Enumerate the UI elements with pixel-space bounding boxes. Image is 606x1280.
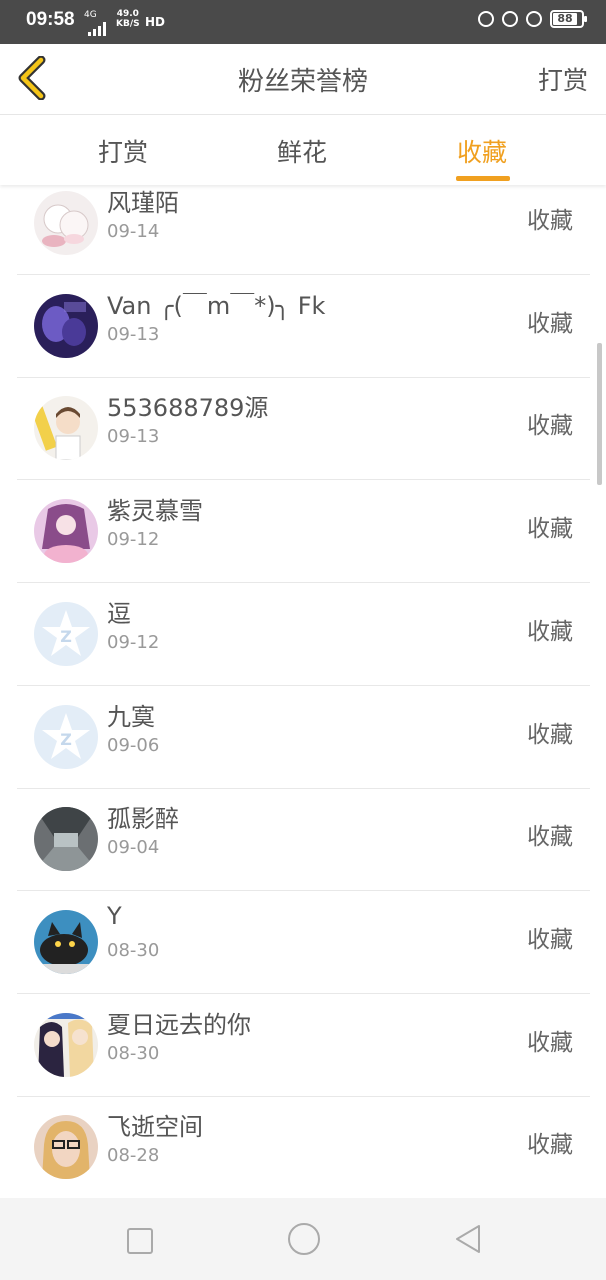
network-type: 4G — [84, 10, 97, 20]
fan-date: 09-04 — [107, 837, 160, 858]
fan-date: 09-13 — [107, 426, 160, 447]
fan-date: 09-06 — [107, 735, 160, 756]
lock-icon — [502, 11, 518, 27]
circle-icon[interactable] — [288, 1223, 320, 1255]
avatar — [34, 910, 98, 974]
fan-action: 收藏 — [527, 722, 573, 748]
avatar — [34, 294, 98, 358]
fan-name: Y — [107, 902, 122, 930]
avatar — [34, 396, 98, 460]
list-item[interactable]: Z 九寞 09-06 收藏 — [17, 687, 590, 789]
status-icons: 88 — [478, 10, 587, 28]
list-item[interactable]: 飞逝空间 08-28 收藏 — [17, 1097, 590, 1198]
status-bar: 09:58 4G 49.0 KB/S HD 88 — [0, 0, 606, 44]
fan-date: 08-28 — [107, 1145, 160, 1166]
fan-date: 08-30 — [107, 1043, 160, 1064]
list-item[interactable]: Y 08-30 收藏 — [17, 892, 590, 994]
fan-date: 09-13 — [107, 324, 160, 345]
svg-text:Z: Z — [60, 627, 72, 646]
square-icon[interactable] — [127, 1228, 153, 1254]
status-time: 09:58 — [26, 9, 75, 30]
vpn-icon — [478, 11, 494, 27]
speed-unit: KB/S — [116, 19, 140, 29]
alarm-icon — [526, 11, 542, 27]
default-avatar-icon: Z — [34, 602, 98, 666]
fan-action: 收藏 — [527, 516, 573, 542]
fan-date: 09-12 — [107, 632, 160, 653]
triangle-back-icon[interactable] — [454, 1224, 482, 1254]
fan-name: 九寞 — [107, 703, 155, 731]
fan-action: 收藏 — [527, 413, 573, 439]
fan-action: 收藏 — [527, 311, 573, 337]
battery-level: 88 — [553, 13, 577, 25]
avatar — [34, 807, 98, 871]
fan-action: 收藏 — [527, 1030, 573, 1056]
fan-date: 09-12 — [107, 529, 160, 550]
active-tab-indicator — [456, 176, 510, 181]
avatar — [34, 1013, 98, 1077]
fan-action: 收藏 — [527, 619, 573, 645]
app-header: 粉丝荣誉榜 打赏 — [0, 44, 606, 115]
avatar — [34, 1115, 98, 1179]
fan-action: 收藏 — [527, 1132, 573, 1158]
page-title: 粉丝荣誉榜 — [237, 67, 368, 97]
tab-tip[interactable]: 打赏 — [98, 133, 148, 169]
list-item[interactable]: 风瑾陌 09-14 收藏 — [17, 185, 590, 275]
tab-favorites[interactable]: 收藏 — [457, 133, 507, 169]
svg-text:Z: Z — [60, 730, 72, 749]
fan-list: 风瑾陌 09-14 收藏 Van ╭(￣m￣*)╮ Fk 09-13 收藏 55… — [17, 185, 590, 1198]
fan-name: 553688789源 — [107, 394, 269, 422]
fan-name: 风瑾陌 — [107, 189, 179, 217]
list-item[interactable]: Z 逗 09-12 收藏 — [17, 584, 590, 686]
tab-bar: 打赏 鲜花 收藏 — [0, 115, 606, 185]
tab-flowers[interactable]: 鲜花 — [277, 133, 327, 169]
fan-name: 紫灵慕雪 — [107, 497, 203, 525]
list-item[interactable]: Van ╭(￣m￣*)╮ Fk 09-13 收藏 — [17, 276, 590, 378]
fan-name: 飞逝空间 — [107, 1113, 203, 1141]
fan-name: 孤影醉 — [107, 805, 179, 833]
fan-name: Van ╭(￣m￣*)╮ Fk — [107, 292, 326, 320]
scrollbar[interactable] — [597, 343, 602, 485]
avatar — [34, 191, 98, 255]
battery-icon: 88 — [550, 10, 587, 28]
fan-action: 收藏 — [527, 927, 573, 953]
speed-value: 49.0 — [116, 9, 139, 19]
system-nav-bar — [0, 1198, 606, 1280]
fan-date: 09-14 — [107, 221, 160, 242]
fan-date: 08-30 — [107, 940, 160, 961]
list-item[interactable]: 孤影醉 09-04 收藏 — [17, 789, 590, 891]
fan-name: 逗 — [107, 600, 131, 628]
list-item[interactable]: 紫灵慕雪 09-12 收藏 — [17, 481, 590, 583]
avatar — [34, 499, 98, 563]
list-item[interactable]: 夏日远去的你 08-30 收藏 — [17, 995, 590, 1097]
tip-button[interactable]: 打赏 — [538, 61, 588, 97]
fan-action: 收藏 — [527, 824, 573, 850]
network-speed: 49.0 KB/S — [116, 9, 140, 29]
fan-action: 收藏 — [527, 208, 573, 234]
fan-name: 夏日远去的你 — [107, 1011, 251, 1039]
signal-icon — [88, 22, 106, 36]
list-item[interactable]: 553688789源 09-13 收藏 — [17, 378, 590, 480]
default-avatar-icon: Z — [34, 705, 98, 769]
hd-badge: HD — [145, 15, 166, 29]
